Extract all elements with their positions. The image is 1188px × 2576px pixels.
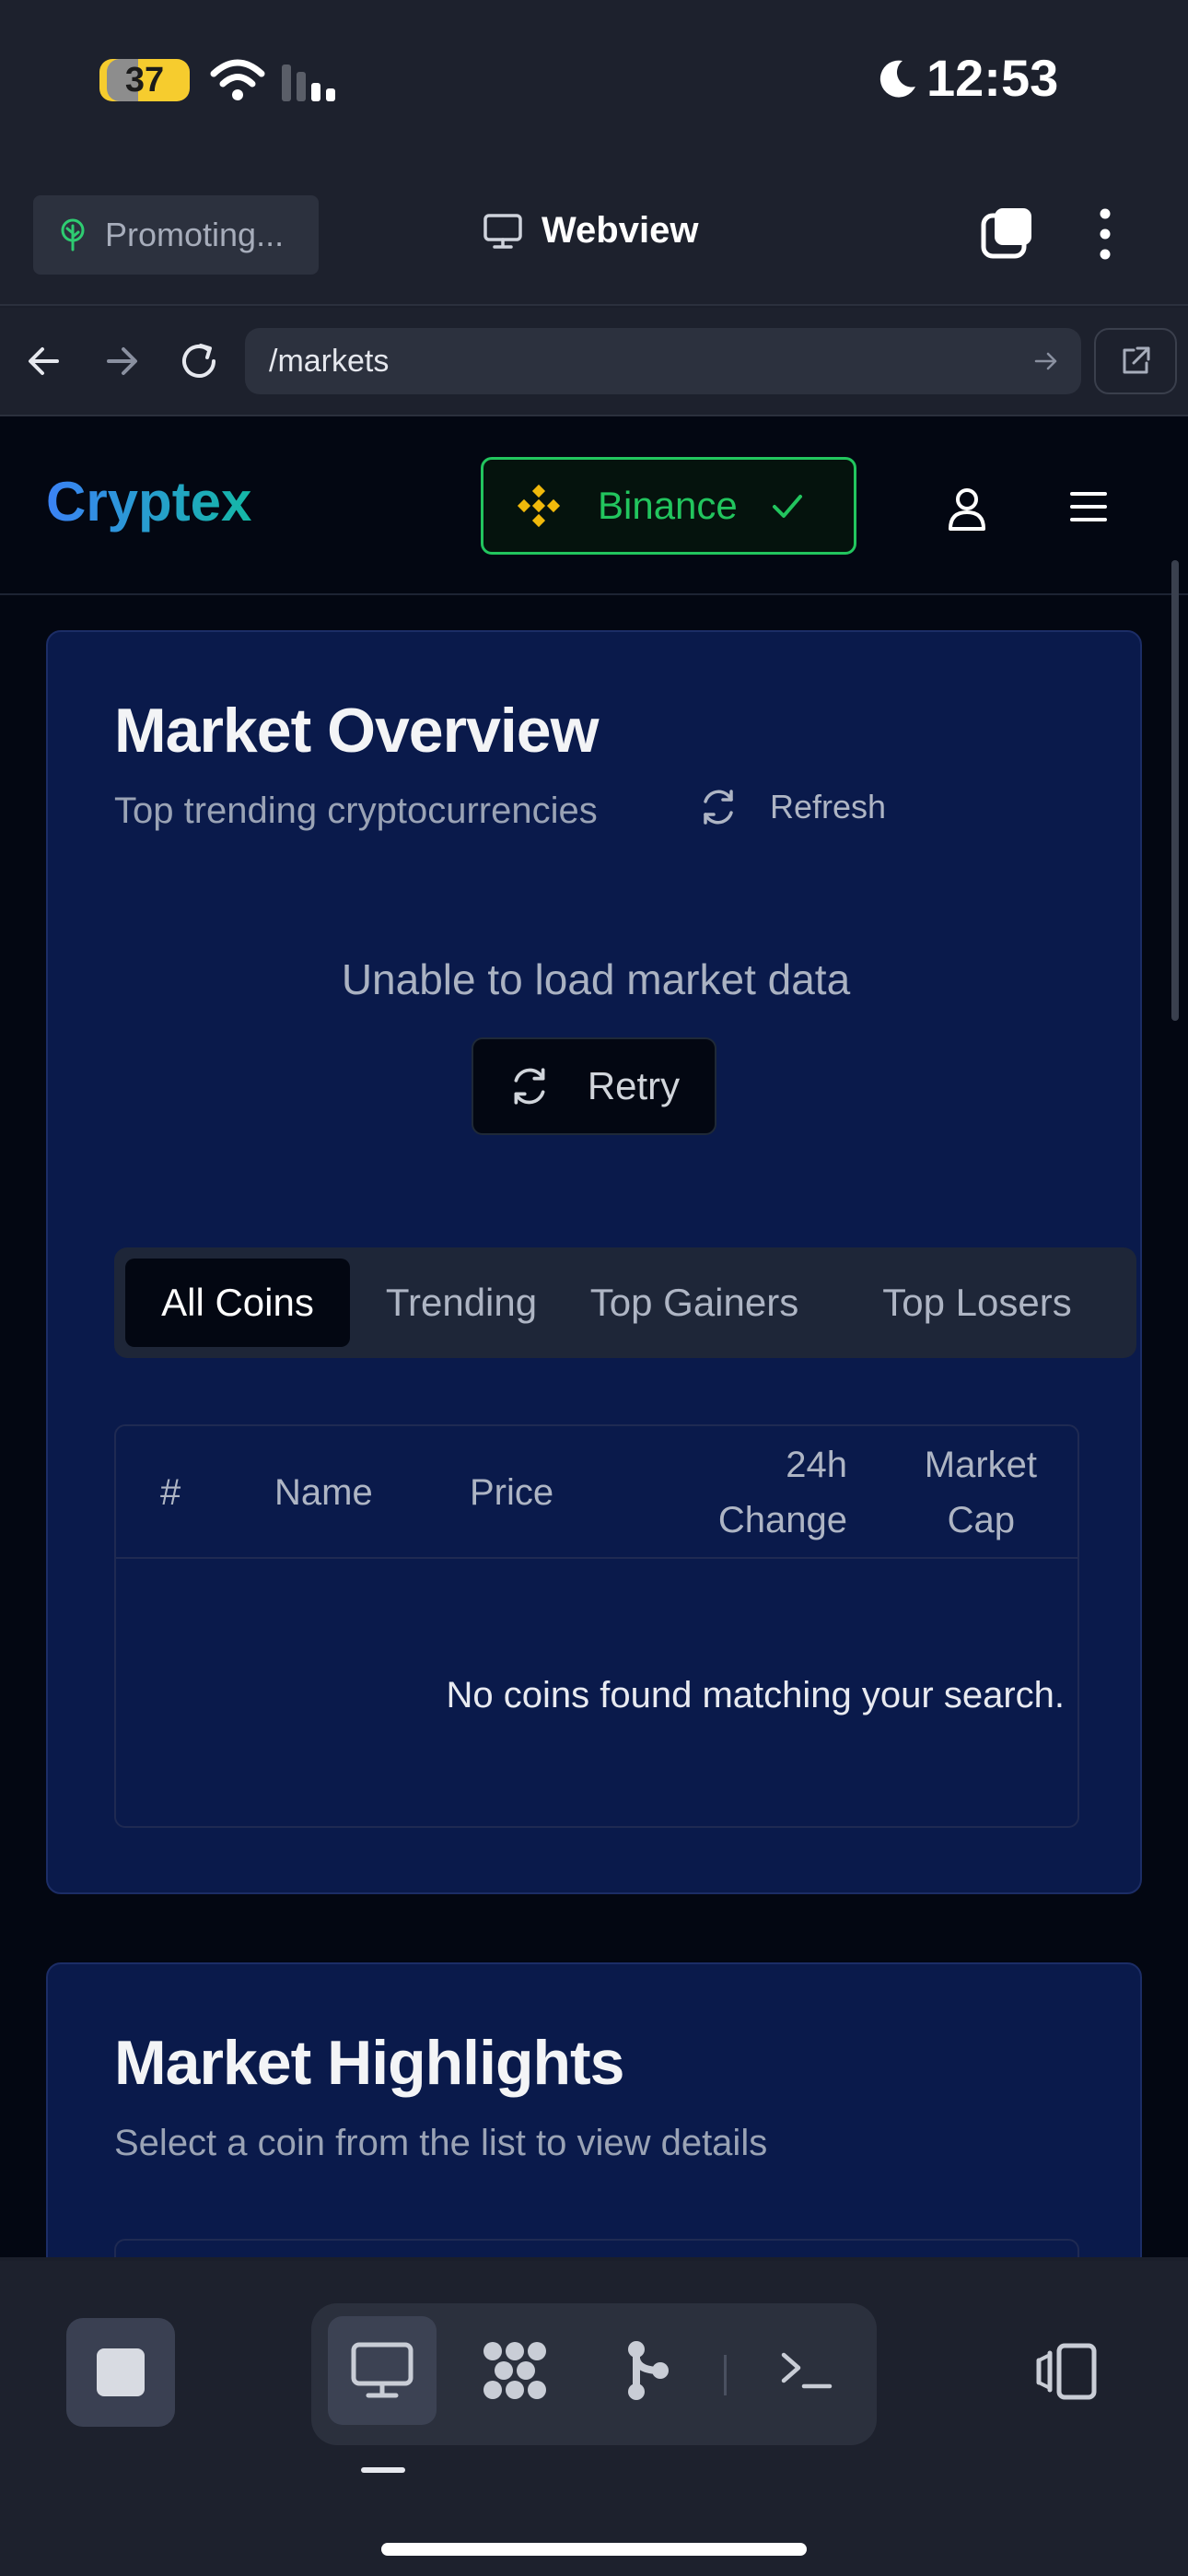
coins-table: # Name Price 24h Change Market Cap No co… (114, 1424, 1079, 1828)
terminal-icon (781, 2352, 833, 2389)
brand-logo[interactable]: Cryptex (46, 470, 251, 533)
column-rank[interactable]: # (160, 1465, 181, 1520)
cellular-signal-icon (282, 64, 335, 101)
stop-icon (97, 2348, 145, 2396)
promoting-button[interactable]: Promoting... (33, 195, 319, 275)
site-header: Cryptex Binance (0, 416, 1188, 595)
error-message: Unable to load market data (341, 955, 851, 1003)
market-overview-card: Market Overview Top trending cryptocurre… (46, 630, 1142, 1894)
go-arrow-icon[interactable] (1031, 346, 1061, 376)
webview: Cryptex Binance Market Overview Top tren… (0, 416, 1188, 2257)
external-link-icon (1123, 346, 1150, 374)
address-bar-row: /markets (0, 308, 1188, 416)
forward-icon[interactable] (96, 335, 147, 387)
tab-title-label: Webview (542, 210, 699, 251)
column-cap[interactable]: Cap (888, 1493, 1015, 1548)
empty-table-message: No coins found matching your search. (446, 1675, 1065, 1715)
battery-level: 37 (124, 60, 165, 100)
open-external-button[interactable] (1094, 328, 1177, 394)
exchange-selector[interactable]: Binance (481, 457, 856, 555)
coin-details-panel (114, 2239, 1079, 2257)
retry-icon (514, 1068, 545, 1105)
terminal-tool-button[interactable] (751, 2316, 860, 2425)
column-market[interactable]: Market (888, 1437, 1037, 1493)
market-highlights-subtitle: Select a coin from the list to view deta… (114, 2123, 768, 2163)
tool-switcher (311, 2303, 877, 2445)
grid-blob-icon (483, 2342, 546, 2399)
git-tool-button[interactable] (593, 2316, 702, 2425)
table-header: # Name Price 24h Change Market Cap (116, 1426, 1077, 1559)
monitor-icon (483, 213, 522, 249)
exchange-label: Binance (598, 484, 738, 527)
market-overview-title: Market Overview (114, 696, 600, 766)
more-options-icon[interactable] (1092, 206, 1118, 262)
column-price[interactable]: Price (470, 1465, 553, 1520)
tool-divider (724, 2355, 727, 2395)
back-icon[interactable] (18, 335, 70, 387)
retry-label: Retry (587, 1064, 681, 1107)
market-highlights-card: Market Highlights Select a coin from the… (46, 1962, 1142, 2257)
refresh-button[interactable]: Refresh (698, 787, 886, 827)
webview-tool-button[interactable] (328, 2316, 437, 2425)
market-overview-subtitle: Top trending cryptocurrencies (114, 790, 598, 831)
tab-title: Webview (483, 210, 698, 252)
tab-top-gainers[interactable]: Top Gainers (571, 1259, 818, 1347)
wifi-icon (210, 59, 265, 100)
active-tool-indicator (361, 2467, 405, 2473)
market-highlights-title: Market Highlights (114, 2028, 624, 2098)
url-text: /markets (269, 343, 390, 379)
browser-toolbar: Promoting... Webview (0, 166, 1188, 306)
focus-moon-icon (879, 60, 915, 98)
git-branch-icon (628, 2341, 669, 2400)
refresh-label: Refresh (770, 788, 887, 825)
promoting-label: Promoting... (105, 216, 285, 253)
stop-button[interactable] (66, 2318, 175, 2427)
home-indicator[interactable] (381, 2543, 807, 2556)
refresh-icon (704, 790, 733, 825)
tabs-switcher-icon[interactable] (980, 206, 1035, 262)
column-name[interactable]: Name (274, 1465, 373, 1520)
binance-logo-icon (517, 484, 561, 528)
page-scrollbar[interactable] (1171, 560, 1179, 1021)
status-bar: 37 12:53 (0, 0, 1188, 166)
coin-filter-tabs: All Coins Trending Top Gainers Top Loser… (114, 1247, 1136, 1358)
bottom-dock (0, 2261, 1188, 2576)
reload-icon[interactable] (173, 335, 225, 387)
retry-button[interactable]: Retry (472, 1037, 716, 1135)
tab-top-losers[interactable]: Top Losers (829, 1259, 1125, 1347)
column-change[interactable]: Change (648, 1493, 847, 1548)
check-icon (772, 495, 802, 518)
hamburger-menu-icon[interactable] (1066, 485, 1111, 529)
tab-all-coins[interactable]: All Coins (125, 1259, 350, 1347)
sprout-icon (61, 218, 85, 252)
clock: 12:53 (926, 49, 1059, 107)
url-field[interactable]: /markets (245, 328, 1081, 394)
tab-trending[interactable]: Trending (363, 1259, 560, 1347)
apps-tool-button[interactable] (460, 2316, 569, 2425)
battery-indicator: 37 (99, 59, 190, 101)
user-icon[interactable] (943, 485, 991, 533)
column-24h[interactable]: 24h (713, 1437, 847, 1493)
device-toggle-icon[interactable] (1031, 2342, 1100, 2401)
monitor-icon (351, 2342, 413, 2398)
